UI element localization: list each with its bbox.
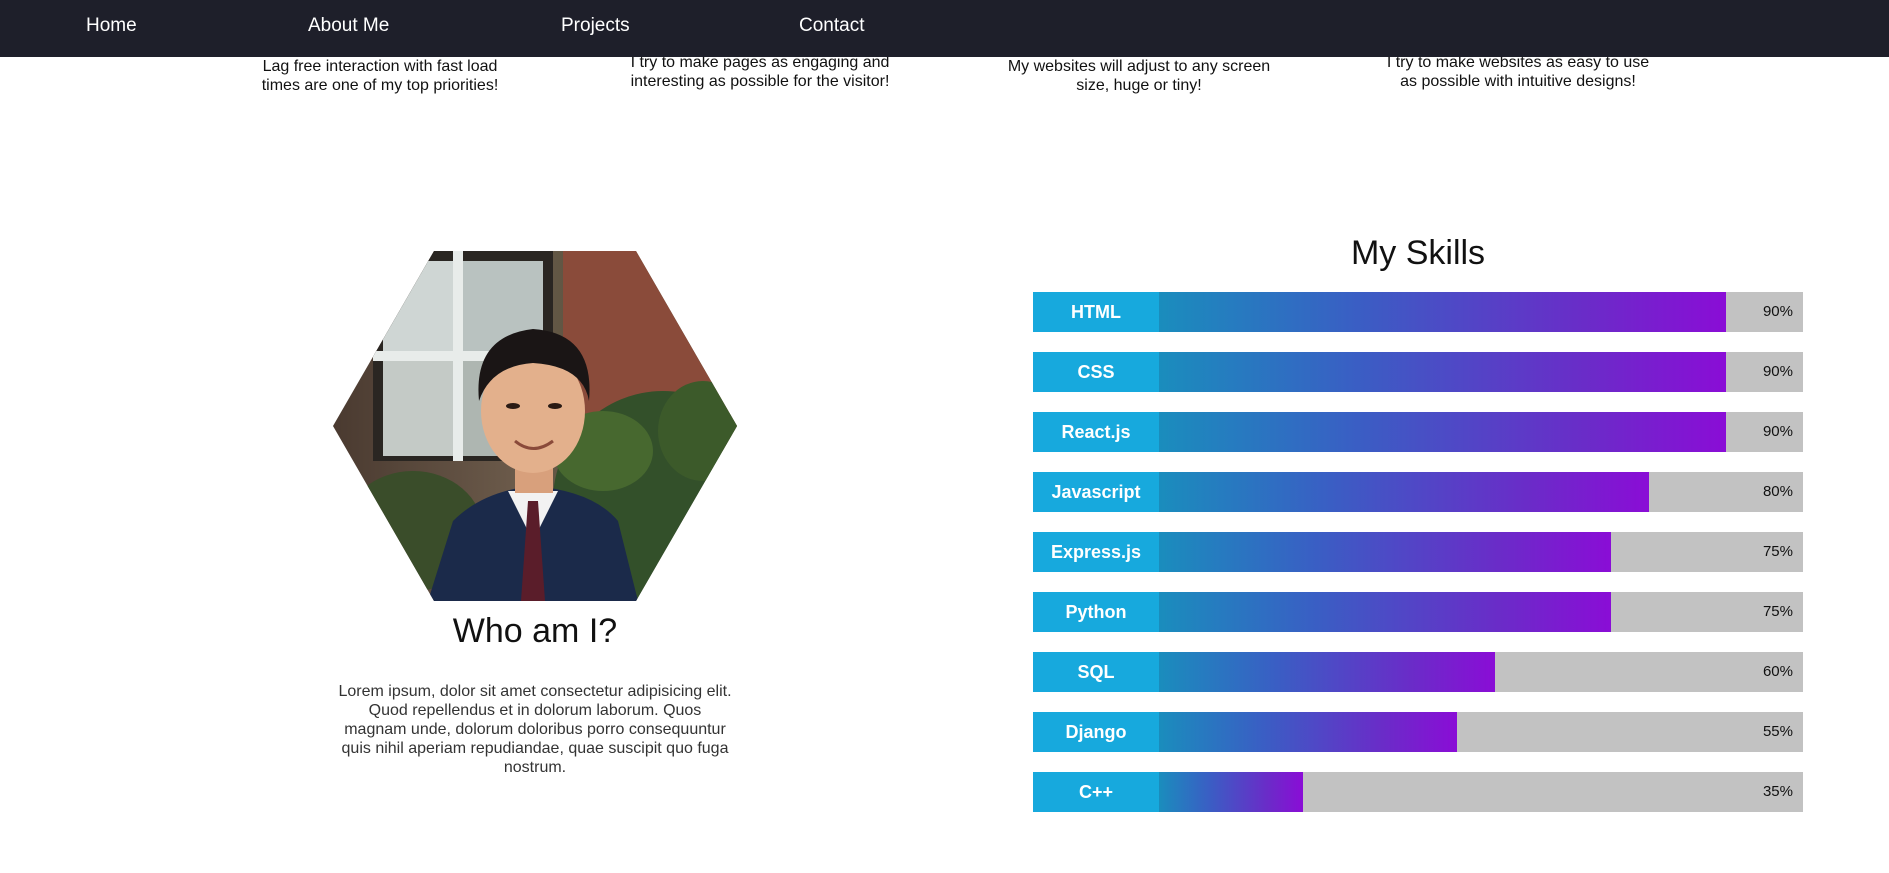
skill-progress-fill <box>1159 412 1726 452</box>
skill-progress-fill <box>1159 472 1649 512</box>
about-title: Who am I? <box>452 612 618 650</box>
skill-progress-fill <box>1159 292 1726 332</box>
skill-percent: 75% <box>1762 603 1793 620</box>
skill-label: Express.js <box>1033 532 1159 572</box>
skills-list: HTML 90% CSS 90% React.js 90% Javascript 80% Exp… <box>1033 292 1803 832</box>
skill-label: HTML <box>1033 292 1159 332</box>
skill-progress-fill <box>1159 352 1726 392</box>
feature-responsive-text: My websites will adjust to any screen si… <box>1007 58 1271 94</box>
navbar: Home About Me Projects Contact <box>0 0 1889 57</box>
feature-usability-text: I try to make websites as easy to use as… <box>1386 54 1650 90</box>
skill-bar-react-js: React.js 90% <box>1033 412 1803 452</box>
skill-label: Django <box>1033 712 1159 752</box>
skill-bar-c-: C++ 35% <box>1033 772 1803 812</box>
skill-percent: 35% <box>1762 783 1793 800</box>
skill-label: C++ <box>1033 772 1159 812</box>
skill-bar-html: HTML 90% <box>1033 292 1803 332</box>
skill-progress-fill <box>1159 592 1611 632</box>
skill-bar-javascript: Javascript 80% <box>1033 472 1803 512</box>
skills-title: My Skills <box>1350 234 1486 272</box>
skill-progress-fill <box>1159 712 1457 752</box>
skill-bar-css: CSS 90% <box>1033 352 1803 392</box>
skill-percent: 55% <box>1762 723 1793 740</box>
skill-percent: 90% <box>1762 423 1793 440</box>
feature-speed-text: Lag free interaction with fast load time… <box>261 58 499 94</box>
skill-progress-fill <box>1159 532 1611 572</box>
skill-label: Python <box>1033 592 1159 632</box>
skill-percent: 90% <box>1762 303 1793 320</box>
nav-link-contact[interactable]: Contact <box>799 15 864 37</box>
skill-label: CSS <box>1033 352 1159 392</box>
skill-percent: 75% <box>1762 543 1793 560</box>
skill-percent: 60% <box>1762 663 1793 680</box>
skill-progress-fill <box>1159 772 1303 812</box>
skill-label: SQL <box>1033 652 1159 692</box>
skill-bar-express-js: Express.js 75% <box>1033 532 1803 572</box>
skill-percent: 80% <box>1762 483 1793 500</box>
profile-photo <box>333 251 737 601</box>
portrait-photo-illustration <box>333 251 737 601</box>
skill-bar-python: Python 75% <box>1033 592 1803 632</box>
feature-engaging-text: I try to make pages as engaging and inte… <box>630 54 890 90</box>
skill-bar-sql: SQL 60% <box>1033 652 1803 692</box>
skill-percent: 90% <box>1762 363 1793 380</box>
nav-link-projects[interactable]: Projects <box>561 15 630 37</box>
skill-label: React.js <box>1033 412 1159 452</box>
about-description: Lorem ipsum, dolor sit amet consectetur … <box>338 683 732 776</box>
skill-progress-fill <box>1159 652 1495 692</box>
skill-label: Javascript <box>1033 472 1159 512</box>
nav-link-about-me[interactable]: About Me <box>308 15 389 37</box>
skill-bar-django: Django 55% <box>1033 712 1803 752</box>
nav-link-home[interactable]: Home <box>86 15 137 37</box>
